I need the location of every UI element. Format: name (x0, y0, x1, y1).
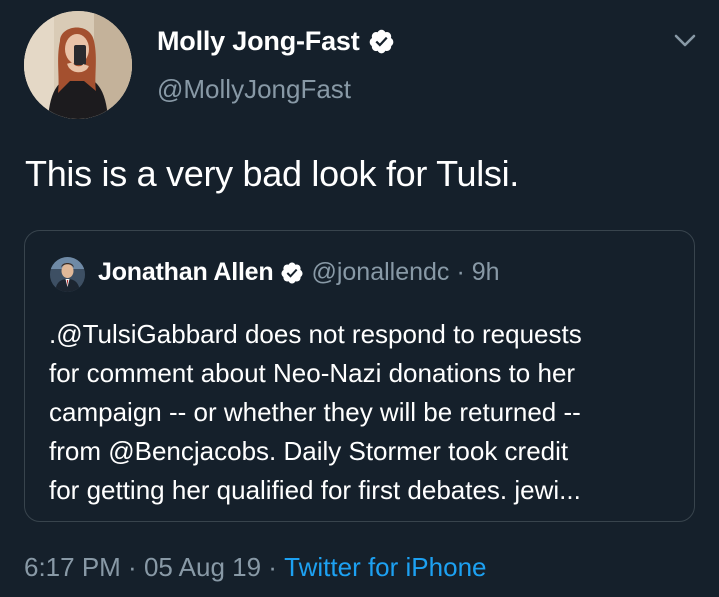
verified-badge-icon (369, 29, 393, 54)
tweet-date[interactable]: 05 Aug 19 (144, 552, 261, 583)
tweet-text: This is a very bad look for Tulsi. (25, 153, 519, 194)
chevron-down-icon[interactable] (670, 30, 700, 52)
quoted-author-avatar[interactable] (50, 257, 85, 292)
quoted-text-line: .@TulsiGabbard does not respond to reque… (49, 319, 582, 349)
quoted-handle[interactable]: @jonallendc (311, 258, 449, 287)
author-avatar-image (24, 11, 132, 119)
tweet-time[interactable]: 6:17 PM (24, 552, 121, 583)
author-display-name[interactable]: Molly Jong-Fast (157, 26, 360, 57)
quoted-header: Jonathan Allen @jonallendc · 9h (98, 258, 500, 287)
quoted-text-line: for comment about Neo-Nazi donations to … (49, 358, 576, 388)
tweet: Molly Jong-Fast @MollyJongFast This is a… (0, 0, 719, 597)
quoted-text-line: for getting her qualified for first deba… (49, 475, 581, 505)
quoted-timestamp[interactable]: 9h (472, 258, 500, 287)
meta-separator: · (120, 552, 144, 582)
author-name-row[interactable]: Molly Jong-Fast (157, 26, 395, 57)
quoted-text: .@TulsiGabbard does not respond to reque… (49, 315, 689, 510)
meta-separator: · (261, 552, 285, 582)
quoted-separator: · (456, 258, 465, 286)
tweet-source-link[interactable]: Twitter for iPhone (284, 552, 486, 583)
quoted-tweet[interactable]: Jonathan Allen @jonallendc · 9h .@TulsiG… (24, 230, 695, 522)
author-avatar[interactable] (24, 11, 132, 119)
author-handle[interactable]: @MollyJongFast (157, 74, 351, 105)
quoted-text-line: campaign -- or whether they will be retu… (49, 397, 581, 427)
quoted-display-name[interactable]: Jonathan Allen (98, 258, 274, 287)
verified-badge-icon (281, 262, 303, 283)
quoted-author-avatar-image (50, 257, 85, 292)
tweet-meta: 6:17 PM · 05 Aug 19 · Twitter for iPhone (24, 552, 486, 583)
quoted-text-line: from @Bencjacobs. Daily Stormer took cre… (49, 436, 569, 466)
